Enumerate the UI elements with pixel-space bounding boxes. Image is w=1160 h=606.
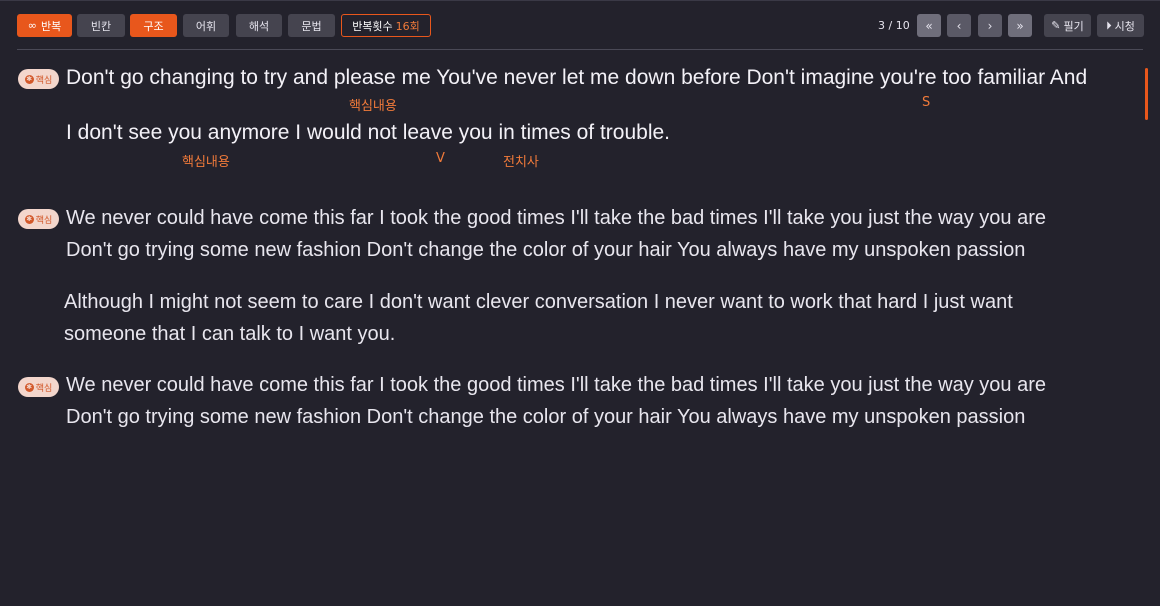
repeat-count-label: 반복횟수 [352, 19, 393, 33]
sentence-line[interactable]: I don't see you anymore I would not leav… [66, 121, 670, 145]
structure-annotation: 핵심내용 [182, 155, 230, 170]
grammar-label: 문법 [301, 19, 322, 33]
blank-button[interactable]: 빈칸 [77, 14, 125, 37]
toolbar: ∞ 반복 빈칸 구조 어휘 해석 문법 반복횟수 16회 3 / 10 « ‹ … [0, 0, 1160, 51]
double-chevron-right-icon: » [1016, 18, 1024, 33]
interpret-label: 해석 [248, 19, 270, 33]
chevron-left-icon: ‹ [956, 18, 962, 33]
interpret-button[interactable]: 해석 [236, 14, 282, 37]
structure-label: 구조 [143, 19, 164, 33]
sentence-line[interactable]: Don't go changing to try and please me Y… [66, 66, 1087, 90]
sentence-line[interactable]: Don't go trying some new fashion Don't c… [66, 239, 1025, 262]
structure-annotation: 핵심내용 [349, 99, 397, 114]
write-label: 필기 [1063, 19, 1084, 33]
grammar-button[interactable]: 문법 [288, 14, 335, 37]
sentence-line[interactable]: Although I might not seem to care I don'… [64, 291, 1013, 314]
prev-page-button[interactable]: ‹ [947, 14, 971, 37]
repeat-count-value: 16회 [395, 19, 420, 33]
write-button[interactable]: ✎ 필기 [1044, 14, 1091, 37]
key-badge: ✱ 핵심 [18, 69, 59, 89]
vocab-button[interactable]: 어휘 [183, 14, 229, 37]
key-badge-label: 핵심 [35, 383, 53, 394]
play-icon: ⏵ [1106, 18, 1112, 32]
structure-annotation: 전치사 [503, 155, 539, 170]
infinity-icon: ∞ [27, 19, 37, 32]
repeat-count-button[interactable]: 반복횟수 16회 [341, 14, 431, 37]
sentence-line[interactable]: someone that I can talk to I want you. [64, 323, 395, 346]
pencil-icon: ✎ [1051, 19, 1061, 32]
repeat-button[interactable]: ∞ 반복 [17, 14, 72, 37]
vocab-label: 어휘 [195, 19, 217, 33]
watch-button[interactable]: ⏵ 시청 [1097, 14, 1144, 37]
sentence-line[interactable]: Don't go trying some new fashion Don't c… [66, 406, 1025, 429]
blank-label: 빈칸 [90, 19, 112, 33]
key-badge: ✱ 핵심 [18, 377, 59, 397]
double-chevron-left-icon: « [925, 18, 933, 33]
structure-annotation: S [922, 95, 931, 110]
structure-button[interactable]: 구조 [130, 14, 177, 37]
key-badge-label: 핵심 [35, 75, 53, 86]
sentence-line[interactable]: We never could have come this far I took… [66, 374, 1046, 397]
key-badge: ✱ 핵심 [18, 209, 59, 229]
toolbar-divider [17, 49, 1143, 50]
watch-label: 시청 [1114, 19, 1135, 33]
gear-icon: ✱ [24, 74, 34, 84]
gear-icon: ✱ [24, 214, 34, 224]
key-badge-label: 핵심 [35, 215, 53, 226]
scroll-indicator[interactable] [1145, 68, 1148, 120]
structure-annotation: V [436, 151, 445, 166]
chevron-right-icon: › [987, 18, 993, 33]
next-page-button[interactable]: › [978, 14, 1002, 37]
first-page-button[interactable]: « [917, 14, 941, 37]
repeat-label: 반복 [40, 19, 62, 33]
last-page-button[interactable]: » [1008, 14, 1032, 37]
gear-icon: ✱ [24, 382, 34, 392]
sentence-line[interactable]: We never could have come this far I took… [66, 207, 1046, 230]
page-indicator: 3 / 10 [878, 19, 910, 32]
